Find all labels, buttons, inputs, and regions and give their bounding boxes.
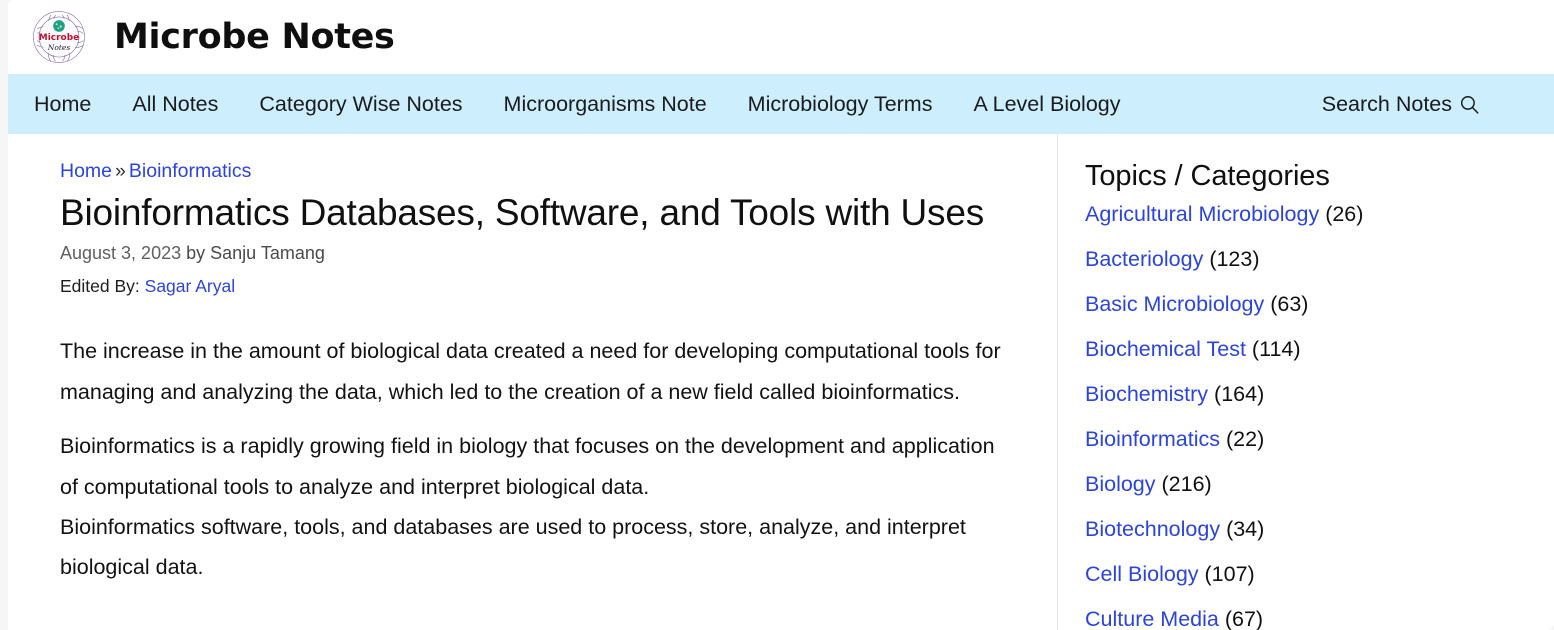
article-paragraph-2: Bioinformatics is a rapidly growing fiel… xyxy=(60,434,995,499)
sidebar-item-biotechnology[interactable]: Biotechnology (34) xyxy=(1085,517,1534,541)
sidebar-item-bacteriology[interactable]: Bacteriology (123) xyxy=(1085,247,1534,271)
microbe-notes-logo-icon: Microbe Notes xyxy=(33,11,85,63)
sidebar-item-bioinformatics[interactable]: Bioinformatics (22) xyxy=(1085,427,1534,451)
category-link[interactable]: Agricultural Microbiology xyxy=(1085,202,1319,226)
nav-item-a-level-biology[interactable]: A Level Biology xyxy=(973,92,1120,117)
category-link[interactable]: Biochemistry xyxy=(1085,382,1208,406)
breadcrumb-link-current[interactable]: Bioinformatics xyxy=(129,160,251,182)
main-navigation: Home All Notes Category Wise Notes Micro… xyxy=(8,74,1554,134)
search-notes-button[interactable]: Search Notes xyxy=(1322,92,1532,117)
sidebar-item-biochemical-test[interactable]: Biochemical Test (114) xyxy=(1085,337,1534,361)
category-count: (63) xyxy=(1270,292,1309,316)
category-link[interactable]: Biology xyxy=(1085,472,1156,496)
author-name: Sanju Tamang xyxy=(210,243,325,264)
category-count: (26) xyxy=(1325,202,1364,226)
nav-item-home[interactable]: Home xyxy=(34,92,91,117)
edited-by-label: Edited By: xyxy=(60,276,140,297)
svg-text:Microbe: Microbe xyxy=(39,33,79,43)
nav-item-microorganisms-note[interactable]: Microorganisms Note xyxy=(504,92,707,117)
svg-text:Notes: Notes xyxy=(47,43,71,52)
sidebar-item-biology[interactable]: Biology (216) xyxy=(1085,472,1534,496)
search-notes-label: Search Notes xyxy=(1321,91,1452,116)
category-count: (107) xyxy=(1204,562,1255,586)
category-count: (114) xyxy=(1251,337,1301,361)
search-icon xyxy=(1460,95,1479,114)
category-link[interactable]: Biotechnology xyxy=(1085,517,1220,541)
category-link[interactable]: Culture Media xyxy=(1085,607,1219,630)
category-link[interactable]: Cell Biology xyxy=(1085,562,1199,586)
article-meta: August 3, 2023 by Sanju Tamang xyxy=(60,243,1027,264)
editor-link[interactable]: Sagar Aryal xyxy=(145,276,235,296)
nav-item-all-notes[interactable]: All Notes xyxy=(132,92,218,117)
sidebar-item-agricultural-microbiology[interactable]: Agricultural Microbiology (26) xyxy=(1085,202,1534,226)
page-viewport: Microbe Notes Microbe Notes Home All Not… xyxy=(8,0,1554,630)
breadcrumb-link-home[interactable]: Home xyxy=(60,160,112,182)
site-title: Microbe Notes xyxy=(114,17,395,57)
edited-by-line: Edited By: Sagar Aryal xyxy=(60,276,1027,297)
site-logo[interactable]: Microbe Notes xyxy=(30,8,88,66)
nav-item-microbiology-terms[interactable]: Microbiology Terms xyxy=(748,92,933,117)
site-header: Microbe Notes Microbe Notes xyxy=(8,0,1554,74)
content-area: Home» Bioinformatics Bioinformatics Datab… xyxy=(8,134,1554,630)
article-paragraph-3: Bioinformatics software, tools, and data… xyxy=(60,515,966,580)
publish-date: August 3, 2023 xyxy=(60,243,182,264)
sidebar-item-culture-media[interactable]: Culture Media (67) xyxy=(1085,607,1534,630)
by-prefix: by xyxy=(186,243,206,264)
category-count: (216) xyxy=(1161,472,1212,496)
category-link[interactable]: Basic Microbiology xyxy=(1085,292,1264,316)
category-count: (67) xyxy=(1224,607,1264,630)
breadcrumb-separator: » xyxy=(115,160,126,182)
sidebar-item-basic-microbiology[interactable]: Basic Microbiology (63) xyxy=(1085,292,1534,316)
breadcrumb: Home» Bioinformatics xyxy=(60,160,1027,183)
category-count: (34) xyxy=(1226,517,1265,541)
sidebar-item-cell-biology[interactable]: Cell Biology (107) xyxy=(1085,562,1534,586)
sidebar: Topics / Categories Agricultural Microbi… xyxy=(1058,134,1554,630)
sidebar-title: Topics / Categories xyxy=(1085,160,1330,192)
category-count: (22) xyxy=(1226,427,1265,451)
nav-item-category-wise-notes[interactable]: Category Wise Notes xyxy=(259,92,462,117)
article-paragraph-1: The increase in the amount of biological… xyxy=(60,339,1001,404)
page-title: Bioinformatics Databases, Software, and … xyxy=(60,192,985,233)
category-link[interactable]: Biochemical Test xyxy=(1085,337,1246,361)
category-link[interactable]: Bioinformatics xyxy=(1085,427,1220,451)
article-column: Home» Bioinformatics Bioinformatics Datab… xyxy=(8,134,1058,630)
nav-item-list: Home All Notes Category Wise Notes Micro… xyxy=(34,92,1121,117)
category-link[interactable]: Bacteriology xyxy=(1085,247,1203,271)
sidebar-item-biochemistry[interactable]: Biochemistry (164) xyxy=(1085,382,1534,406)
category-count: (164) xyxy=(1214,382,1265,406)
category-count: (123) xyxy=(1209,247,1260,271)
